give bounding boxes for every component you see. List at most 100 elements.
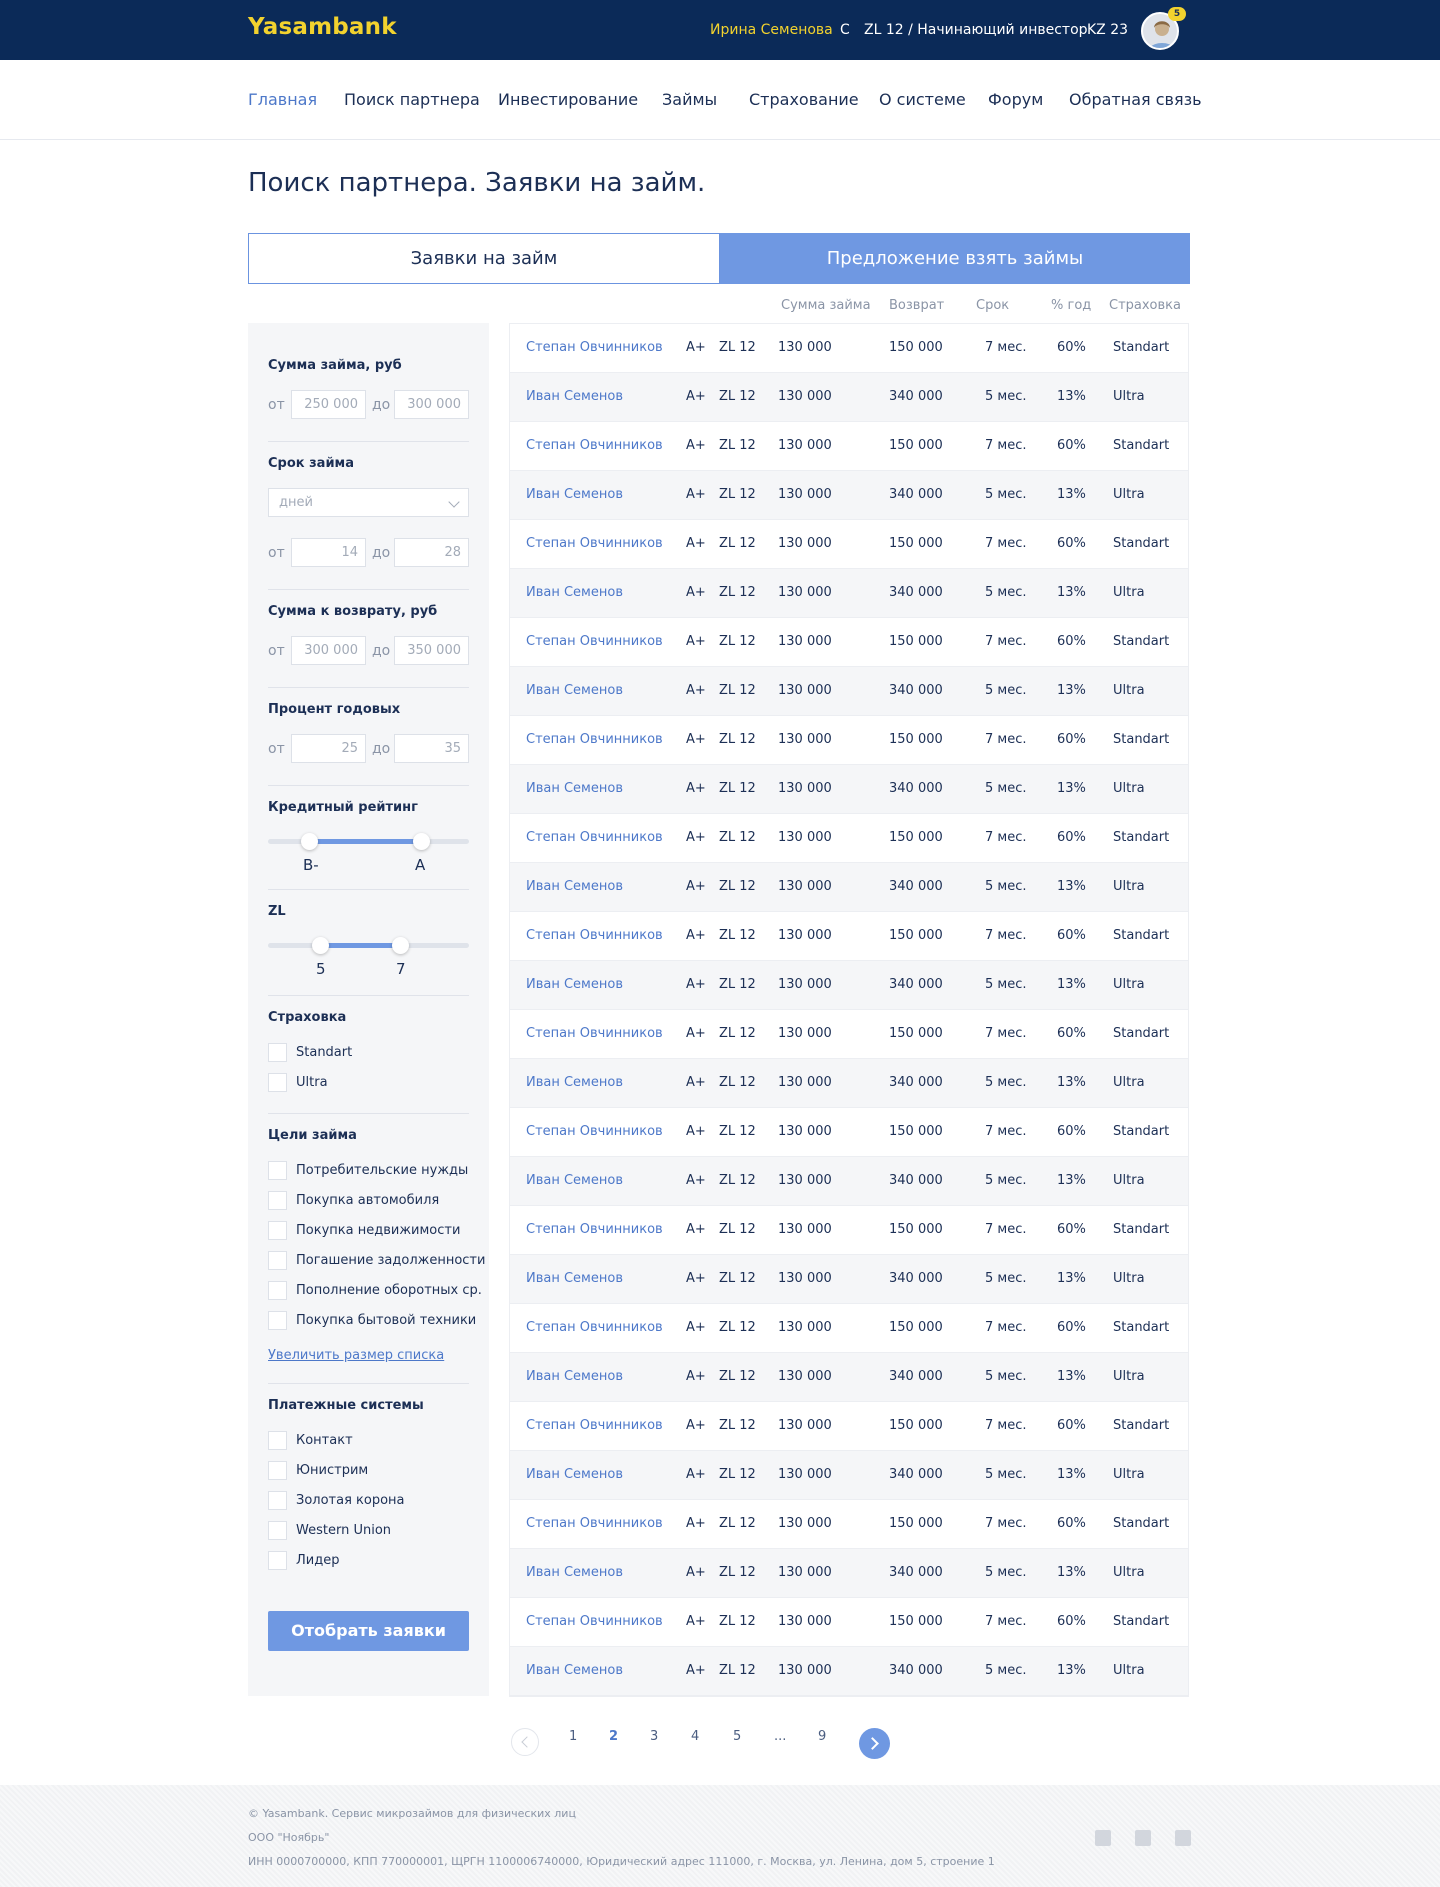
table-row[interactable]: Иван Семенов A+ ZL 12 130 000 340 000 5 мес. 1… [510,1157,1188,1206]
payment-checkbox[interactable] [268,1461,287,1480]
borrower-name-link[interactable]: Степан Овчинников [526,1124,663,1139]
tab-loan-requests[interactable]: Заявки на займ [248,233,720,284]
table-row[interactable]: Степан Овчинников A+ ZL 12 130 000 150 000 7 … [510,324,1188,373]
goal-label[interactable]: Покупка недвижимости [296,1223,460,1238]
table-row[interactable]: Иван Семенов A+ ZL 12 130 000 340 000 5 мес. 1… [510,1647,1188,1696]
goal-checkbox[interactable] [268,1161,287,1180]
logo[interactable]: Yasambank [248,14,397,40]
table-row[interactable]: Степан Овчинников A+ ZL 12 130 000 150 000 7 … [510,1402,1188,1451]
term-to-input[interactable]: 28 [394,538,469,567]
table-row[interactable]: Иван Семенов A+ ZL 12 130 000 340 000 5 мес. 1… [510,1451,1188,1500]
nav-insurance[interactable]: Страхование [749,90,859,109]
return-to-input[interactable]: 350 000 [394,636,469,665]
borrower-name-link[interactable]: Иван Семенов [526,487,623,502]
goal-checkbox[interactable] [268,1221,287,1240]
table-row[interactable]: Иван Семенов A+ ZL 12 130 000 340 000 5 мес. 1… [510,765,1188,814]
table-row[interactable]: Иван Семенов A+ ZL 12 130 000 340 000 5 мес. 1… [510,961,1188,1010]
table-row[interactable]: Степан Овчинников A+ ZL 12 130 000 150 000 7 … [510,814,1188,863]
goal-checkbox[interactable] [268,1281,287,1300]
borrower-name-link[interactable]: Иван Семенов [526,1271,623,1286]
col-amount[interactable]: Сумма займа [781,298,871,313]
borrower-name-link[interactable]: Иван Семенов [526,389,623,404]
borrower-name-link[interactable]: Иван Семенов [526,1075,623,1090]
rate-to-input[interactable]: 35 [394,734,469,763]
nav-home[interactable]: Главная [248,90,317,109]
twitter-icon[interactable] [1135,1830,1151,1846]
table-row[interactable]: Иван Семенов A+ ZL 12 130 000 340 000 5 мес. 1… [510,1059,1188,1108]
borrower-name-link[interactable]: Степан Овчинников [526,1614,663,1629]
payment-checkbox[interactable] [268,1551,287,1570]
borrower-name-link[interactable]: Степан Овчинников [526,438,663,453]
borrower-name-link[interactable]: Иван Семенов [526,1663,623,1678]
payment-label[interactable]: Лидер [296,1553,339,1568]
goal-label[interactable]: Покупка автомобиля [296,1193,439,1208]
table-row[interactable]: Иван Семенов A+ ZL 12 130 000 340 000 5 мес. 1… [510,1255,1188,1304]
borrower-name-link[interactable]: Степан Овчинников [526,1418,663,1433]
term-unit-select[interactable]: дней [268,488,469,517]
goal-checkbox[interactable] [268,1251,287,1270]
page-link[interactable]: 5 [733,1729,741,1744]
payment-checkbox[interactable] [268,1521,287,1540]
zl-slider-max-handle[interactable] [392,937,409,954]
rating-slider-max-handle[interactable] [413,833,430,850]
insurance-standart-label[interactable]: Standart [296,1045,352,1060]
payment-checkbox[interactable] [268,1491,287,1510]
borrower-name-link[interactable]: Степан Овчинников [526,1320,663,1335]
goal-label[interactable]: Пополнение оборотных ср. [296,1283,482,1298]
rating-slider-min-handle[interactable] [301,833,318,850]
insurance-ultra-label[interactable]: Ultra [296,1075,328,1090]
table-row[interactable]: Иван Семенов A+ ZL 12 130 000 340 000 5 мес. 1… [510,1353,1188,1402]
user-name[interactable]: Ирина Семенова [710,22,833,38]
goal-checkbox[interactable] [268,1191,287,1210]
page-link-current[interactable]: 2 [609,1729,618,1744]
page-link[interactable]: 3 [650,1729,658,1744]
page-link[interactable]: 9 [818,1729,826,1744]
col-rate[interactable]: % год [1051,298,1091,313]
table-row[interactable]: Степан Овчинников A+ ZL 12 130 000 150 000 7 … [510,1206,1188,1255]
expand-list-link[interactable]: Увеличить размер списка [268,1348,444,1363]
zl-slider-min-handle[interactable] [312,937,329,954]
table-row[interactable]: Степан Овчинников A+ ZL 12 130 000 150 000 7 … [510,1010,1188,1059]
table-row[interactable]: Иван Семенов A+ ZL 12 130 000 340 000 5 мес. 1… [510,569,1188,618]
table-row[interactable]: Степан Овчинников A+ ZL 12 130 000 150 000 7 … [510,520,1188,569]
borrower-name-link[interactable]: Иван Семенов [526,1369,623,1384]
nav-loans[interactable]: Займы [662,90,717,109]
borrower-name-link[interactable]: Иван Семенов [526,879,623,894]
sum-to-input[interactable]: 300 000 [394,390,469,419]
goal-label[interactable]: Погашение задолженности [296,1253,485,1268]
rate-from-input[interactable]: 25 [291,734,366,763]
table-row[interactable]: Иван Семенов A+ ZL 12 130 000 340 000 5 мес. 1… [510,471,1188,520]
term-from-input[interactable]: 14 [291,538,366,567]
instagram-icon[interactable] [1175,1830,1191,1846]
borrower-name-link[interactable]: Иван Семенов [526,683,623,698]
borrower-name-link[interactable]: Степан Овчинников [526,340,663,355]
goal-label[interactable]: Покупка бытовой техники [296,1313,476,1328]
table-row[interactable]: Степан Овчинников A+ ZL 12 130 000 150 000 7 … [510,1304,1188,1353]
col-return[interactable]: Возврат [889,298,944,313]
notification-badge[interactable]: 5 [1168,7,1186,21]
table-row[interactable]: Степан Овчинников A+ ZL 12 130 000 150 000 7 … [510,1500,1188,1549]
borrower-name-link[interactable]: Иван Семенов [526,585,623,600]
borrower-name-link[interactable]: Степан Овчинников [526,634,663,649]
return-from-input[interactable]: 300 000 [291,636,366,665]
next-page-button[interactable] [859,1728,890,1759]
payment-checkbox[interactable] [268,1431,287,1450]
prev-page-button[interactable] [511,1728,539,1756]
table-row[interactable]: Иван Семенов A+ ZL 12 130 000 340 000 5 мес. 1… [510,1549,1188,1598]
nav-feedback[interactable]: Обратная связь [1069,90,1202,109]
table-row[interactable]: Иван Семенов A+ ZL 12 130 000 340 000 5 мес. 1… [510,863,1188,912]
facebook-icon[interactable] [1095,1830,1111,1846]
table-row[interactable]: Степан Овчинников A+ ZL 12 130 000 150 000 7 … [510,912,1188,961]
zl-slider[interactable] [268,937,469,954]
insurance-standart-checkbox[interactable] [268,1043,287,1062]
nav-about[interactable]: О системе [879,90,966,109]
filter-submit-button[interactable]: Отобрать заявки [268,1611,469,1651]
table-row[interactable]: Иван Семенов A+ ZL 12 130 000 340 000 5 мес. 1… [510,667,1188,716]
table-row[interactable]: Степан Овчинников A+ ZL 12 130 000 150 000 7 … [510,618,1188,667]
goal-checkbox[interactable] [268,1311,287,1330]
borrower-name-link[interactable]: Иван Семенов [526,1173,623,1188]
rating-slider[interactable] [268,833,469,850]
borrower-name-link[interactable]: Степан Овчинников [526,1516,663,1531]
col-insurance[interactable]: Страховка [1109,298,1181,313]
nav-investing[interactable]: Инвестирование [498,90,638,109]
